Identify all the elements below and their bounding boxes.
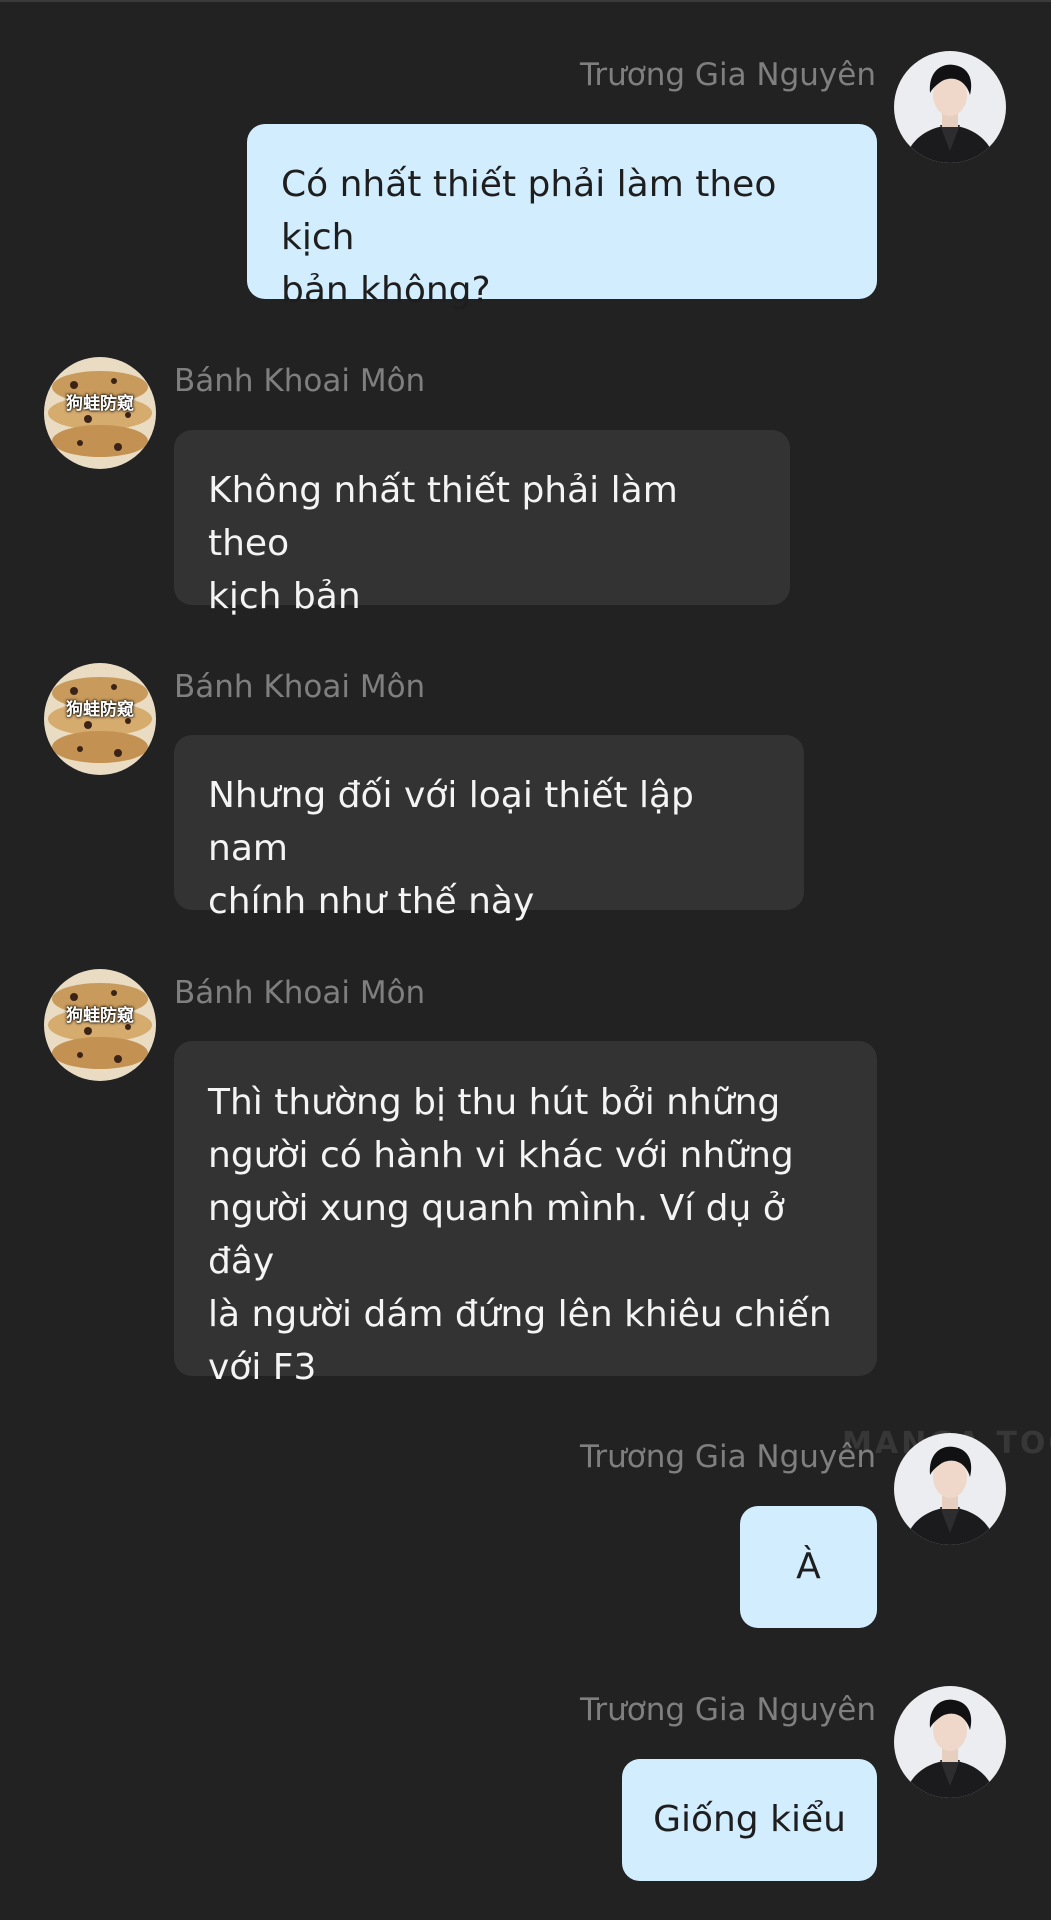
message-text-line: Thì thường bị thu hút bởi những bbox=[208, 1082, 781, 1123]
message-text-line: với F3 bbox=[208, 1347, 317, 1388]
baked-goods-avatar[interactable]: 狗蛙防窥 bbox=[44, 663, 156, 775]
message-text-line: Nhưng đối với loại thiết lập nam bbox=[208, 775, 694, 869]
top-divider bbox=[0, 0, 1051, 2]
message-text-line: người có hành vi khác với những bbox=[208, 1135, 794, 1176]
message-text-line: người xung quanh mình. Ví dụ ở đây bbox=[208, 1188, 785, 1282]
message-text-line: chính như thế này bbox=[208, 881, 535, 922]
man-dark-suit-avatar[interactable] bbox=[894, 1686, 1006, 1798]
message-text-line: là người dám đứng lên khiêu chiến bbox=[208, 1294, 832, 1335]
man-dark-suit-avatar[interactable] bbox=[894, 51, 1006, 163]
message-text-line: kịch bản bbox=[208, 576, 361, 617]
message-text-line: Giống kiểu bbox=[653, 1799, 846, 1840]
message-bubble[interactable]: À bbox=[740, 1506, 877, 1628]
message-text-line: Không nhất thiết phải làm theo bbox=[208, 470, 678, 564]
message-bubble[interactable]: Giống kiểu bbox=[622, 1759, 877, 1881]
avatar-caption: 狗蛙防窥 bbox=[66, 700, 134, 720]
message-bubble[interactable]: Nhưng đối với loại thiết lập nam chính n… bbox=[174, 735, 804, 922]
sender-name: Trương Gia Nguyên bbox=[580, 57, 876, 93]
sender-name: Bánh Khoai Môn bbox=[174, 975, 426, 1011]
message-bubble[interactable]: Có nhất thiết phải làm theo kịch bản khô… bbox=[247, 124, 877, 311]
sender-name: Trương Gia Nguyên bbox=[580, 1692, 876, 1728]
baked-goods-avatar[interactable]: 狗蛙防窥 bbox=[44, 357, 156, 469]
man-dark-suit-avatar[interactable] bbox=[894, 1433, 1006, 1545]
message-text-line: bản không? bbox=[281, 270, 491, 311]
message-text-line: Có nhất thiết phải làm theo kịch bbox=[281, 164, 777, 258]
avatar-caption: 狗蛙防窥 bbox=[66, 1006, 134, 1026]
sender-name: Trương Gia Nguyên bbox=[580, 1439, 876, 1475]
message-bubble[interactable]: Không nhất thiết phải làm theo kịch bản bbox=[174, 430, 790, 617]
baked-goods-avatar[interactable]: 狗蛙防窥 bbox=[44, 969, 156, 1081]
message-bubble[interactable]: Thì thường bị thu hút bởi những người có… bbox=[174, 1041, 877, 1388]
avatar-caption: 狗蛙防窥 bbox=[66, 394, 134, 414]
sender-name: Bánh Khoai Môn bbox=[174, 669, 426, 705]
message-text-line: À bbox=[796, 1546, 821, 1587]
sender-name: Bánh Khoai Môn bbox=[174, 363, 426, 399]
